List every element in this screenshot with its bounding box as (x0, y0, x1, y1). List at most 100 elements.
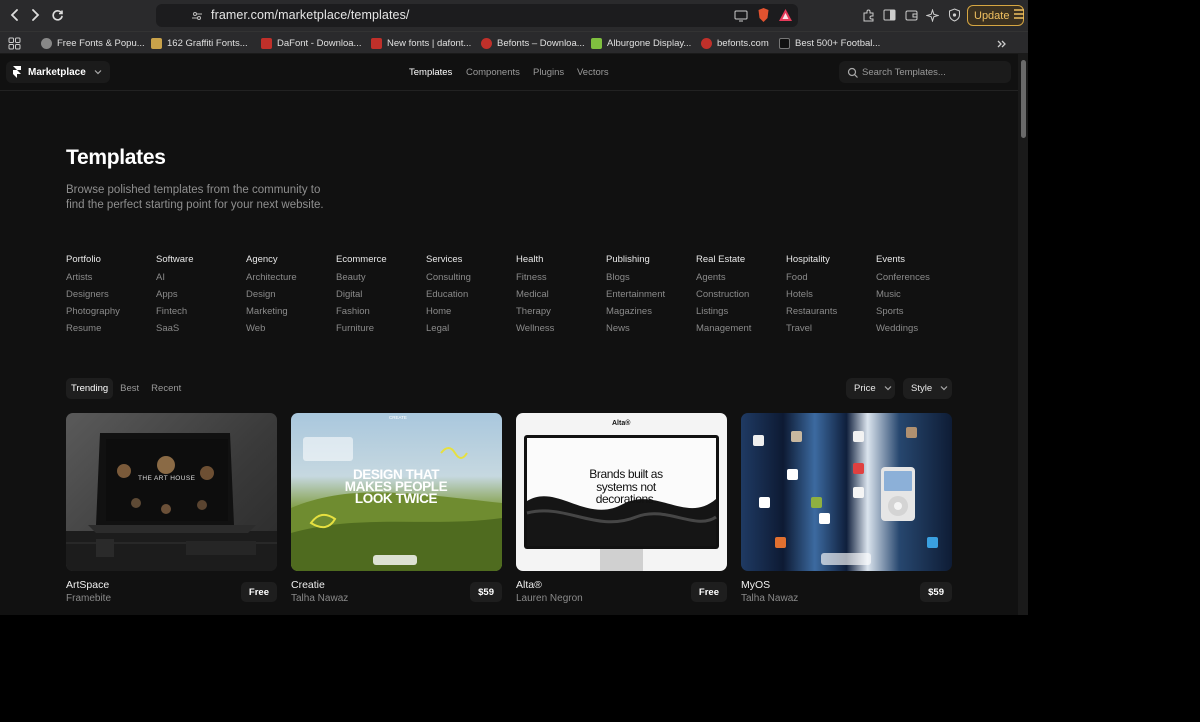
category-link[interactable]: Construction (696, 289, 751, 306)
template-card-creatie[interactable]: CREATE DESIGN THAT MAKES PEOPLE LOOK TWI… (291, 413, 502, 604)
category-link[interactable]: Travel (786, 323, 837, 340)
brave-shield-icon[interactable] (756, 7, 771, 28)
category-link[interactable]: Blogs (606, 272, 665, 289)
update-button[interactable]: Update (967, 5, 1025, 26)
nav-link-plugins[interactable]: Plugins (533, 67, 564, 78)
template-card-artspace[interactable]: THE ART HOUSE ArtSpace Framebite Free (66, 413, 277, 604)
category-link[interactable]: Marketing (246, 306, 297, 323)
tab-best[interactable]: Best (115, 378, 144, 399)
forward-icon[interactable] (25, 5, 45, 25)
nav-link-templates[interactable]: Templates (409, 67, 452, 78)
sidebar-icon[interactable] (881, 7, 897, 23)
category-link[interactable]: Weddings (876, 323, 930, 340)
brave-rewards-icon[interactable] (778, 8, 793, 27)
category-heading[interactable]: Real Estate (696, 254, 751, 272)
category-heading[interactable]: Ecommerce (336, 254, 387, 272)
bookmark-item[interactable]: Free Fonts & Popu... (41, 36, 145, 51)
wallet-icon[interactable] (903, 7, 919, 23)
category-link[interactable]: Consulting (426, 272, 471, 289)
bookmark-item[interactable]: 162 Graffiti Fonts... (151, 36, 248, 51)
template-thumbnail[interactable]: CREATE DESIGN THAT MAKES PEOPLE LOOK TWI… (291, 413, 502, 571)
category-link[interactable]: Food (786, 272, 837, 289)
category-link[interactable]: Photography (66, 306, 120, 323)
reload-icon[interactable] (47, 5, 67, 25)
category-heading[interactable]: Health (516, 254, 554, 272)
category-heading[interactable]: Services (426, 254, 471, 272)
category-link[interactable]: Furniture (336, 323, 387, 340)
category-link[interactable]: Designers (66, 289, 120, 306)
category-link[interactable]: Entertainment (606, 289, 665, 306)
bookmark-item[interactable]: Best 500+ Footbal... (779, 36, 880, 51)
category-heading[interactable]: Agency (246, 254, 297, 272)
category-link[interactable]: Fashion (336, 306, 387, 323)
category-heading[interactable]: Publishing (606, 254, 665, 272)
category-link[interactable]: Fitness (516, 272, 554, 289)
scrollbar-thumb[interactable] (1021, 60, 1026, 138)
category-link[interactable]: Digital (336, 289, 387, 306)
search-input[interactable] (862, 64, 1002, 80)
template-name[interactable]: Creatie (291, 579, 325, 591)
category-link[interactable]: Listings (696, 306, 751, 323)
price-dropdown[interactable]: Price (846, 378, 895, 399)
bookmark-item[interactable]: Alburgone Display... (591, 36, 691, 51)
category-link[interactable]: Home (426, 306, 471, 323)
category-heading[interactable]: Hospitality (786, 254, 837, 272)
extensions-icon[interactable] (860, 7, 876, 23)
category-heading[interactable]: Events (876, 254, 930, 272)
tab-trending[interactable]: Trending (66, 378, 114, 399)
category-link[interactable]: Resume (66, 323, 120, 340)
template-card-myos[interactable]: MyOS Talha Nawaz $59 (741, 413, 952, 604)
bookmark-item[interactable]: befonts.com (701, 36, 769, 51)
category-link[interactable]: Web (246, 323, 297, 340)
category-link[interactable]: Medical (516, 289, 554, 306)
style-dropdown[interactable]: Style (903, 378, 952, 399)
category-link[interactable]: Fintech (156, 306, 194, 323)
template-thumbnail[interactable]: THE ART HOUSE (66, 413, 277, 571)
template-name[interactable]: MyOS (741, 579, 770, 591)
category-link[interactable]: Therapy (516, 306, 554, 323)
category-link[interactable]: Sports (876, 306, 930, 323)
bookmark-item[interactable]: DaFont - Downloa... (261, 36, 361, 51)
category-link[interactable]: Agents (696, 272, 751, 289)
category-link[interactable]: SaaS (156, 323, 194, 340)
marketplace-menu-button[interactable]: Marketplace (6, 61, 110, 83)
more-bookmarks-icon[interactable] (997, 36, 1007, 51)
category-link[interactable]: Wellness (516, 323, 554, 340)
category-link[interactable]: Legal (426, 323, 471, 340)
template-name[interactable]: Alta® (516, 579, 542, 591)
category-heading[interactable]: Software (156, 254, 194, 272)
category-link[interactable]: Architecture (246, 272, 297, 289)
category-link[interactable]: Music (876, 289, 930, 306)
category-link[interactable]: Education (426, 289, 471, 306)
bookmark-item[interactable]: New fonts | dafont... (371, 36, 471, 51)
cast-icon[interactable] (734, 9, 748, 27)
template-card-alta[interactable]: Alta® Brands built as systems not decora… (516, 413, 727, 604)
category-link[interactable]: Artists (66, 272, 120, 289)
search-box[interactable] (839, 61, 1011, 83)
category-link[interactable]: Magazines (606, 306, 665, 323)
category-link[interactable]: Apps (156, 289, 194, 306)
vpn-icon[interactable] (946, 7, 962, 23)
category-link[interactable]: Conferences (876, 272, 930, 289)
template-thumbnail[interactable]: Alta® Brands built as systems not decora… (516, 413, 727, 571)
back-icon[interactable] (5, 5, 25, 25)
category-link[interactable]: Management (696, 323, 751, 340)
category-link[interactable]: Hotels (786, 289, 837, 306)
category-link[interactable]: Beauty (336, 272, 387, 289)
nav-link-components[interactable]: Components (466, 67, 520, 78)
apps-grid-icon[interactable] (8, 36, 21, 51)
category-link[interactable]: AI (156, 272, 194, 289)
leo-ai-icon[interactable] (924, 7, 940, 23)
page-scrollbar[interactable] (1018, 54, 1028, 615)
bookmark-item[interactable]: Befonts – Downloa... (481, 36, 585, 51)
category-link[interactable]: News (606, 323, 665, 340)
category-link[interactable]: Design (246, 289, 297, 306)
category-link[interactable]: Restaurants (786, 306, 837, 323)
nav-link-vectors[interactable]: Vectors (577, 67, 609, 78)
tab-recent[interactable]: Recent (146, 378, 186, 399)
template-name[interactable]: ArtSpace (66, 579, 109, 591)
address-bar[interactable]: framer.com/marketplace/templates/ (156, 4, 798, 27)
template-thumbnail[interactable] (741, 413, 952, 571)
site-settings-icon[interactable] (191, 9, 203, 27)
category-heading[interactable]: Portfolio (66, 254, 120, 272)
